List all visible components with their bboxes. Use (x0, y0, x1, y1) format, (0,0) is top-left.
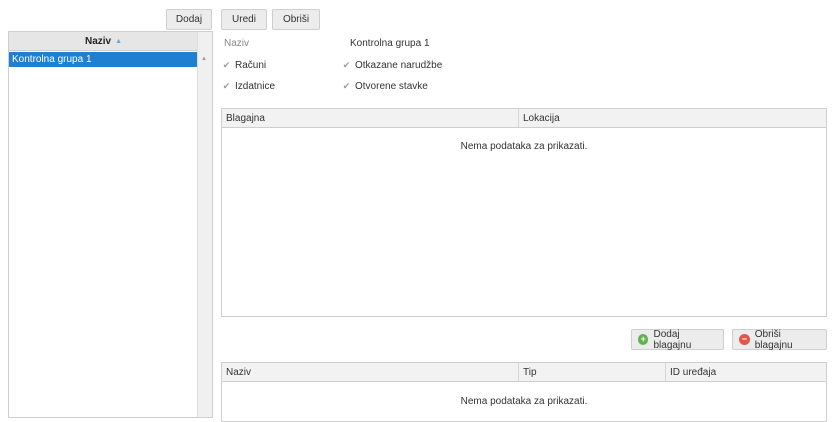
minus-circle-icon: − (739, 334, 750, 345)
checkbox-racuni[interactable]: ✔ Računi (222, 60, 266, 71)
add-group-button[interactable]: Dodaj (166, 9, 212, 30)
column-header-lokacija[interactable]: Lokacija (518, 109, 826, 127)
group-list-header[interactable]: Naziv ▲ (9, 32, 198, 51)
column-header-tip[interactable]: Tip (518, 363, 665, 381)
scrollbar[interactable]: ▲ (197, 32, 212, 417)
check-icon[interactable]: ✔ (222, 81, 231, 91)
column-header-blagajna[interactable]: Blagajna (222, 109, 518, 127)
checkbox-label: Otkazane narudžbe (355, 60, 443, 71)
edit-button[interactable]: Uredi (221, 9, 267, 30)
delete-register-button[interactable]: − Obriši blagajnu (732, 328, 827, 351)
column-header-naziv[interactable]: Naziv (222, 363, 518, 381)
delete-button[interactable]: Obriši (272, 9, 320, 30)
check-icon[interactable]: ✔ (342, 81, 351, 91)
empty-message: Nema podataka za prikazati. (460, 141, 588, 152)
devices-grid: Naziv Tip ID uređaja Nema podataka za pr… (221, 362, 827, 422)
add-register-label: Dodaj blagajnu (653, 328, 692, 351)
name-value: Kontrolna grupa 1 (350, 38, 430, 49)
plus-circle-icon: + (638, 334, 649, 345)
checkbox-label: Računi (235, 60, 267, 71)
checkbox-izdatnice[interactable]: ✔ Izdatnice (222, 81, 275, 92)
group-list: Naziv ▲ Kontrolna grupa 1 ▲ (8, 31, 213, 418)
registers-grid-header: Blagajna Lokacija (222, 109, 826, 128)
name-label: Naziv (224, 38, 250, 49)
checkbox-otkazane-narudzbe[interactable]: ✔ Otkazane narudžbe (342, 60, 443, 71)
check-icon[interactable]: ✔ (222, 60, 231, 70)
registers-grid: Blagajna Lokacija Nema podataka za prika… (221, 108, 827, 317)
checkbox-otvorene-stavke[interactable]: ✔ Otvorene stavke (342, 81, 428, 92)
list-item-label: Kontrolna grupa 1 (12, 54, 92, 65)
sort-asc-icon: ▲ (115, 37, 123, 45)
column-header-id-uredaja[interactable]: ID uređaja (665, 363, 826, 381)
scroll-up-icon[interactable]: ▲ (201, 56, 207, 62)
devices-grid-header: Naziv Tip ID uređaja (222, 363, 826, 382)
check-icon[interactable]: ✔ (342, 60, 351, 70)
delete-register-label: Obriši blagajnu (754, 328, 793, 351)
list-item[interactable]: Kontrolna grupa 1 (9, 52, 198, 67)
column-header-naziv: Naziv (84, 35, 112, 47)
add-register-button[interactable]: + Dodaj blagajnu (631, 328, 724, 351)
empty-message: Nema podataka za prikazati. (460, 396, 588, 407)
checkbox-label: Izdatnice (235, 81, 276, 92)
checkbox-label: Otvorene stavke (355, 81, 428, 92)
